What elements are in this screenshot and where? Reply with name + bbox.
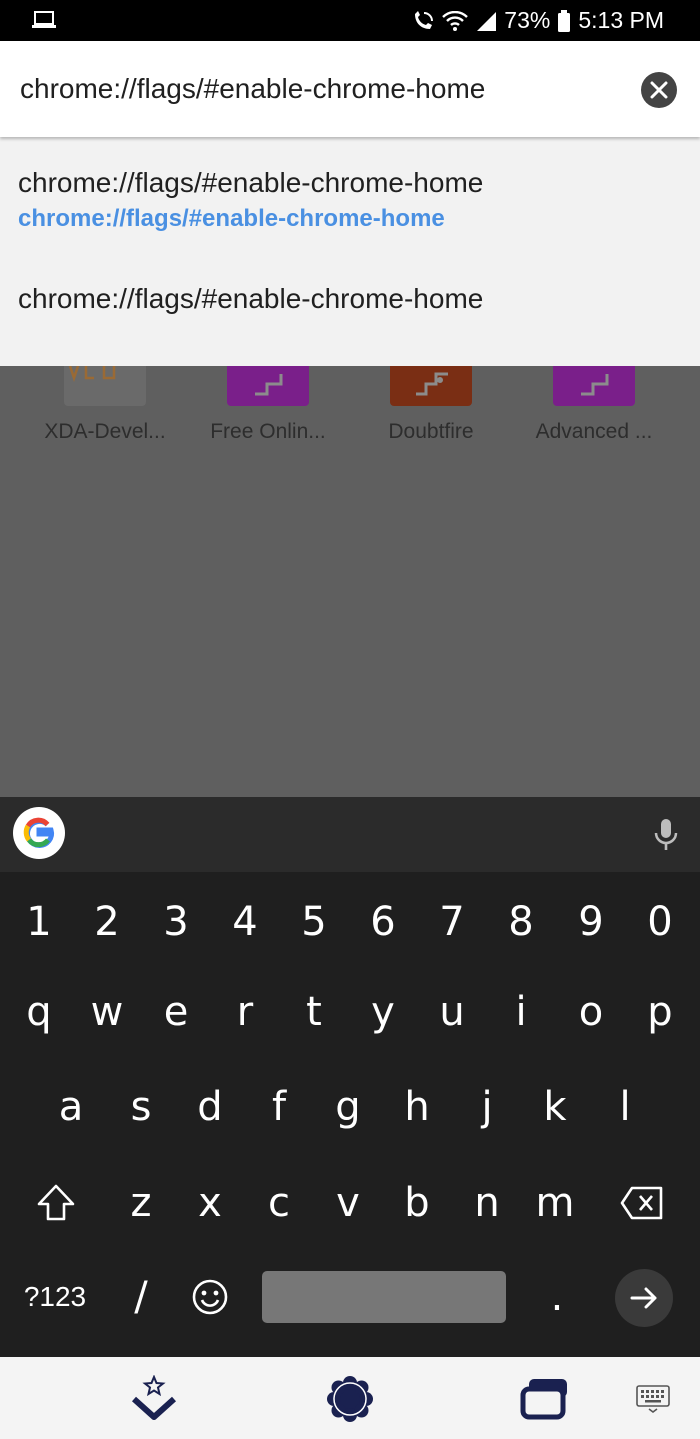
battery-icon — [558, 9, 571, 32]
space-key[interactable] — [262, 1271, 506, 1323]
suggestion-title: chrome://flags/#enable-chrome-home — [18, 167, 484, 198]
screen: 73% 5:13 PM chrome://flags/#enable-chrom… — [0, 0, 700, 1439]
back-star-icon — [131, 1374, 177, 1420]
key-y[interactable]: y — [353, 977, 413, 1047]
key-f[interactable]: f — [249, 1072, 309, 1142]
key-l[interactable]: l — [595, 1072, 655, 1142]
emoji-icon — [192, 1279, 228, 1315]
key-0[interactable]: 0 — [630, 887, 690, 957]
home-flower-icon — [327, 1376, 373, 1422]
period-key[interactable]: . — [527, 1262, 587, 1332]
home-button[interactable] — [324, 1374, 376, 1429]
recents-icon — [520, 1379, 567, 1420]
site-icon — [64, 365, 146, 406]
site-icon — [553, 366, 635, 406]
key-h[interactable]: h — [387, 1072, 447, 1142]
suggestion-list: chrome://flags/#enable-chrome-home chrom… — [0, 137, 700, 366]
key-n[interactable]: n — [457, 1168, 517, 1238]
suggestion-title: chrome://flags/#enable-chrome-home — [18, 283, 484, 314]
key-o[interactable]: o — [561, 977, 621, 1047]
emoji-key[interactable] — [180, 1262, 240, 1332]
tile-label: XDA-Devel... — [44, 420, 166, 443]
recents-button[interactable] — [520, 1377, 570, 1426]
omnibox — [0, 41, 700, 137]
google-search-button[interactable] — [13, 807, 65, 859]
site-icon — [227, 366, 309, 406]
key-c[interactable]: c — [249, 1168, 309, 1238]
key-m[interactable]: m — [525, 1168, 585, 1238]
key-t[interactable]: t — [284, 977, 344, 1047]
battery-percent: 73% — [504, 7, 551, 33]
signal-icon — [476, 11, 497, 31]
backspace-key[interactable] — [612, 1168, 672, 1238]
key-9[interactable]: 9 — [561, 887, 621, 957]
url-input[interactable] — [20, 67, 620, 111]
key-8[interactable]: 8 — [491, 887, 551, 957]
key-g[interactable]: g — [318, 1072, 378, 1142]
key-q[interactable]: q — [9, 977, 69, 1047]
key-w[interactable]: w — [77, 977, 137, 1047]
suggestion-url: chrome://flags/#enable-chrome-home — [18, 205, 445, 232]
tile-label: Advanced ... — [535, 420, 653, 443]
clock: 5:13 PM — [578, 7, 664, 33]
suggestion-item[interactable]: chrome://flags/#enable-chrome-home — [18, 283, 678, 315]
keyboard-toolbar — [0, 797, 700, 872]
shift-icon — [37, 1184, 75, 1221]
key-x[interactable]: x — [180, 1168, 240, 1238]
key-5[interactable]: 5 — [284, 887, 344, 957]
key-d[interactable]: d — [180, 1072, 240, 1142]
laptop-icon — [32, 11, 56, 34]
key-4[interactable]: 4 — [215, 887, 275, 957]
enter-key[interactable] — [615, 1269, 673, 1327]
key-6[interactable]: 6 — [353, 887, 413, 957]
backspace-icon — [620, 1186, 663, 1220]
key-u[interactable]: u — [422, 977, 482, 1047]
status-bar: 73% 5:13 PM — [0, 0, 700, 41]
slash-key[interactable]: / — [111, 1262, 171, 1332]
key-e[interactable]: e — [146, 977, 206, 1047]
key-i[interactable]: i — [491, 977, 551, 1047]
site-icon — [390, 366, 472, 406]
close-icon — [650, 81, 668, 99]
key-1[interactable]: 1 — [9, 887, 69, 957]
suggestion-item[interactable]: chrome://flags/#enable-chrome-home chrom… — [18, 167, 678, 233]
key-j[interactable]: j — [457, 1072, 517, 1142]
back-button[interactable] — [128, 1374, 180, 1428]
shift-key[interactable] — [26, 1168, 86, 1238]
navigation-bar — [0, 1357, 700, 1439]
key-7[interactable]: 7 — [422, 887, 482, 957]
arrow-right-icon — [630, 1287, 657, 1309]
key-z[interactable]: z — [111, 1168, 171, 1238]
key-a[interactable]: a — [41, 1072, 101, 1142]
key-s[interactable]: s — [111, 1072, 171, 1142]
clear-url-button[interactable] — [641, 72, 677, 108]
tile-label: Free Onlin... — [210, 420, 326, 443]
wifi-calling-icon — [412, 10, 434, 31]
keyboard: 1 2 3 4 5 6 7 8 9 0 q w e r t y u i o p … — [0, 872, 700, 1357]
tile-label: Doubtfire — [388, 420, 474, 443]
google-icon — [23, 817, 54, 848]
key-k[interactable]: k — [525, 1072, 585, 1142]
keyboard-switch-icon — [636, 1385, 670, 1413]
keyboard-switch-button[interactable] — [636, 1385, 670, 1418]
voice-input-button[interactable] — [652, 819, 680, 856]
wifi-icon — [442, 10, 469, 31]
key-3[interactable]: 3 — [146, 887, 206, 957]
key-b[interactable]: b — [387, 1168, 447, 1238]
key-p[interactable]: p — [630, 977, 690, 1047]
key-v[interactable]: v — [318, 1168, 378, 1238]
key-r[interactable]: r — [215, 977, 275, 1047]
status-icons: 73% 5:13 PM — [412, 0, 664, 41]
microphone-icon — [654, 819, 678, 850]
key-2[interactable]: 2 — [77, 887, 137, 957]
symbols-key[interactable]: ?123 — [14, 1272, 96, 1322]
